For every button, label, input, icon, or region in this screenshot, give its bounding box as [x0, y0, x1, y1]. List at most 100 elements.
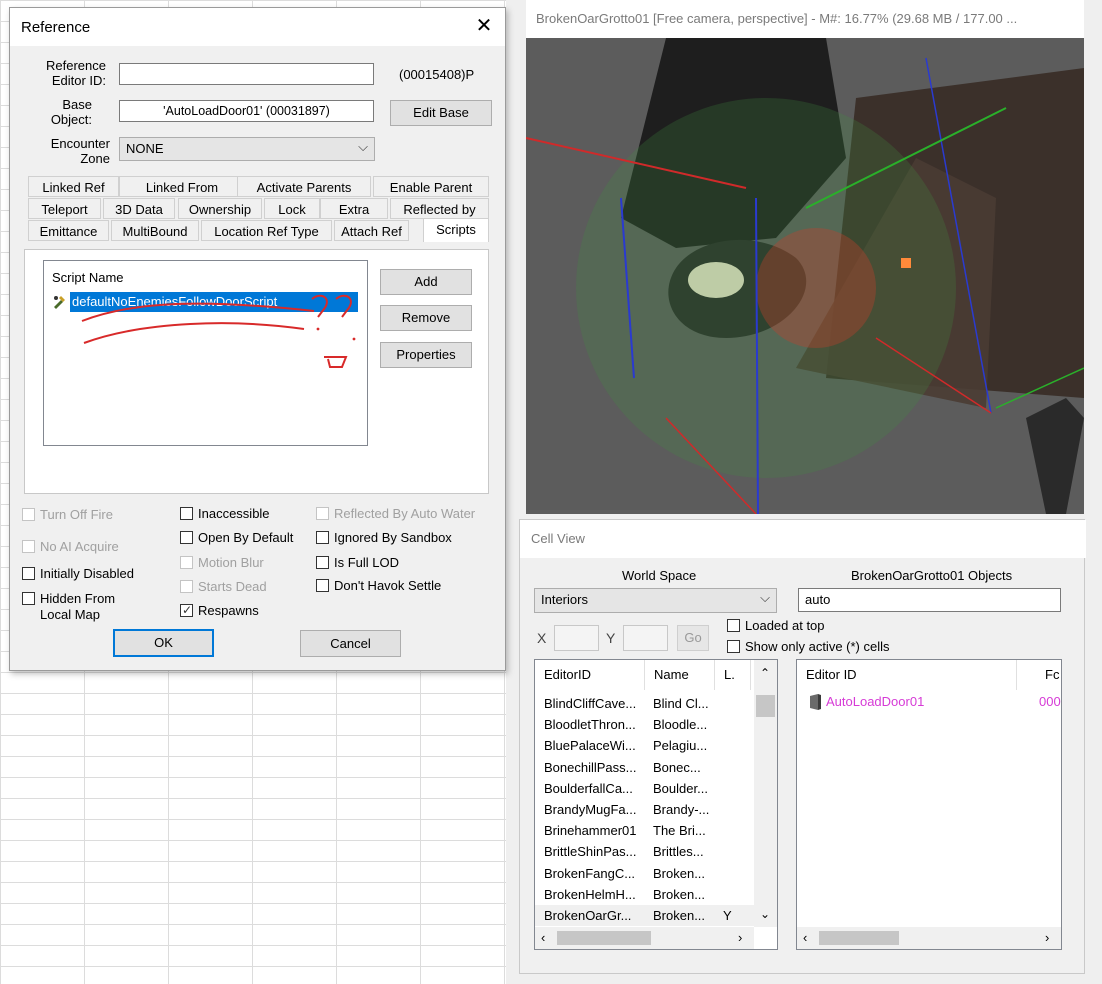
ok-button[interactable]: OK — [113, 629, 214, 657]
checkbox-box — [727, 640, 740, 653]
x-label: X — [537, 630, 547, 646]
scripts-tab-panel: Script Name defaultNoEnemiesFollowDoorSc… — [24, 249, 489, 494]
tab-activate-parents[interactable]: Activate Parents — [237, 176, 371, 197]
is-full-lod-checkbox[interactable]: Is Full LOD — [316, 555, 399, 571]
turn-off-fire-checkbox[interactable]: Turn Off Fire — [22, 507, 113, 523]
cell-view-window: Cell View World Space Interiors ⌵ Broken… — [519, 519, 1086, 974]
no-ai-acquire-checkbox[interactable]: No AI Acquire — [22, 539, 119, 555]
scroll-down-icon[interactable]: ⌄ — [760, 907, 770, 921]
properties-button[interactable]: Properties — [380, 342, 472, 368]
edit-base-button[interactable]: Edit Base — [390, 100, 492, 126]
initially-disabled-checkbox[interactable]: Initially Disabled — [22, 566, 134, 582]
cancel-button[interactable]: Cancel — [300, 630, 401, 657]
render-viewport[interactable]: BrokenOarGrotto01 [Free camera, perspect… — [526, 0, 1084, 514]
cell-editor-id: BrandyMugFa... — [544, 802, 637, 817]
tab-enable-parent[interactable]: Enable Parent — [373, 176, 489, 197]
cell-row[interactable]: BrandyMugFa... Brandy-... — [535, 799, 754, 820]
hidden-from-local-map-checkbox[interactable]: Hidden From Local Map — [22, 591, 125, 623]
checkbox-label: Respawns — [198, 603, 259, 618]
checkbox-label: Initially Disabled — [40, 566, 134, 581]
loaded-at-top-label: Loaded at top — [745, 618, 825, 633]
object-filter-input[interactable]: auto — [798, 588, 1061, 612]
add-script-button[interactable]: Add — [380, 269, 472, 295]
door-icon — [807, 693, 825, 711]
show-active-cells-checkbox[interactable]: Show only active (*) cells — [727, 639, 890, 655]
cell-row[interactable]: BloodletThron... Bloodle... — [535, 714, 754, 735]
remove-script-button[interactable]: Remove — [380, 305, 472, 331]
tab-linked-from[interactable]: Linked From — [119, 176, 245, 197]
scroll-right-icon[interactable]: › — [1045, 930, 1049, 945]
checkbox-box — [316, 579, 329, 592]
go-button[interactable]: Go — [677, 625, 709, 651]
scroll-thumb[interactable] — [557, 931, 651, 945]
column-header-editor-id[interactable]: Editor ID — [797, 660, 1017, 690]
scene-render[interactable] — [526, 38, 1084, 514]
column-header-editorid[interactable]: EditorID — [535, 660, 645, 690]
scroll-left-icon[interactable]: ‹ — [803, 930, 807, 945]
cell-row[interactable]: BonechillPass... Bonec... — [535, 757, 754, 778]
tab-multibound[interactable]: MultiBound — [111, 220, 199, 241]
cell-row[interactable]: BluePalaceWi... Pelagiu... — [535, 735, 754, 756]
cell-row[interactable]: BrokenFangC... Broken... — [535, 863, 754, 884]
motion-blur-checkbox[interactable]: Motion Blur — [180, 555, 264, 571]
form-id: (00015408)P — [399, 67, 475, 82]
scroll-thumb[interactable] — [819, 931, 899, 945]
scroll-thumb[interactable] — [756, 695, 775, 717]
column-header-form[interactable]: Fc — [1017, 660, 1061, 690]
dialog-titlebar[interactable]: Reference ✕ — [10, 8, 505, 46]
checkbox-label: Hidden From Local Map — [40, 591, 116, 622]
script-icon — [52, 293, 68, 309]
checkbox-box — [180, 580, 193, 593]
loaded-at-top-checkbox[interactable]: Loaded at top — [727, 618, 825, 634]
scroll-left-icon[interactable]: ‹ — [541, 930, 545, 945]
x-coordinate-input[interactable] — [554, 625, 599, 651]
world-space-dropdown[interactable]: Interiors ⌵ — [534, 588, 777, 613]
column-header-name[interactable]: Name — [645, 660, 715, 690]
cell-row[interactable]: BrittleShinPas... Brittles... — [535, 841, 754, 862]
cell-editor-id: BrokenOarGr... — [544, 908, 632, 923]
ignored-by-sandbox-checkbox[interactable]: Ignored By Sandbox — [316, 530, 452, 546]
cell-row[interactable]: Brinehammer01 The Bri... — [535, 820, 754, 841]
tab-attach-ref[interactable]: Attach Ref — [334, 220, 409, 241]
cell-list[interactable]: EditorID Name L. BlindCliffCave... Blind … — [534, 659, 778, 950]
checkbox-box — [180, 556, 193, 569]
tab-reflected-by[interactable]: Reflected by — [390, 198, 489, 219]
cell-name: Bonec... — [653, 759, 701, 775]
column-header-loaded[interactable]: L. — [715, 660, 751, 690]
tab-3d-data[interactable]: 3D Data — [103, 198, 175, 219]
horizontal-scrollbar[interactable]: ‹ › — [535, 927, 754, 949]
inaccessible-checkbox[interactable]: Inaccessible — [180, 506, 270, 522]
editor-id-input[interactable] — [119, 63, 374, 85]
respawns-checkbox[interactable]: ✓ Respawns — [180, 603, 259, 619]
tab-scripts[interactable]: Scripts — [423, 218, 489, 242]
don-t-havok-settle-checkbox[interactable]: Don't Havok Settle — [316, 578, 441, 594]
object-row[interactable]: AutoLoadDoor01 000 — [797, 691, 1061, 712]
encounter-zone-dropdown[interactable]: NONE ⌵ — [119, 137, 375, 161]
y-coordinate-input[interactable] — [623, 625, 668, 651]
tab-ownership[interactable]: Ownership — [178, 198, 262, 219]
reflected-by-auto-water-checkbox[interactable]: Reflected By Auto Water — [316, 506, 475, 522]
vertical-scrollbar[interactable]: ⌃ ⌄ — [754, 660, 777, 927]
viewport-title: BrokenOarGrotto01 [Free camera, perspect… — [526, 0, 1084, 38]
horizontal-scrollbar[interactable]: ‹ › — [797, 927, 1061, 949]
tab-linked-ref[interactable]: Linked Ref — [28, 176, 119, 197]
tab-emittance[interactable]: Emittance — [28, 220, 109, 241]
scroll-right-icon[interactable]: › — [738, 930, 742, 945]
object-list[interactable]: Editor ID Fc AutoLoadDoor01 000 ‹ › — [796, 659, 1062, 950]
starts-dead-checkbox[interactable]: Starts Dead — [180, 579, 267, 595]
checkbox-box — [316, 507, 329, 520]
cell-row[interactable]: BoulderfallCa... Boulder... — [535, 778, 754, 799]
cell-editor-id: BrittleShinPas... — [544, 844, 637, 860]
tab-teleport[interactable]: Teleport — [28, 198, 101, 219]
cell-row[interactable]: BlindCliffCave... Blind Cl... — [535, 693, 754, 714]
cell-row[interactable]: BrokenOarGr... Broken... Y — [535, 905, 754, 926]
tab-lock[interactable]: Lock — [264, 198, 320, 219]
cell-row[interactable]: BrokenHelmH... Broken... — [535, 884, 754, 905]
open-by-default-checkbox[interactable]: Open By Default — [180, 530, 293, 546]
tab-extra[interactable]: Extra — [320, 198, 388, 219]
tab-location-ref-type[interactable]: Location Ref Type — [201, 220, 332, 241]
script-list[interactable]: Script Name defaultNoEnemiesFollowDoorSc… — [43, 260, 368, 446]
scroll-up-icon[interactable]: ⌃ — [760, 666, 770, 680]
close-icon[interactable]: ✕ — [472, 14, 496, 38]
base-object-label: Base Object: — [50, 97, 92, 127]
